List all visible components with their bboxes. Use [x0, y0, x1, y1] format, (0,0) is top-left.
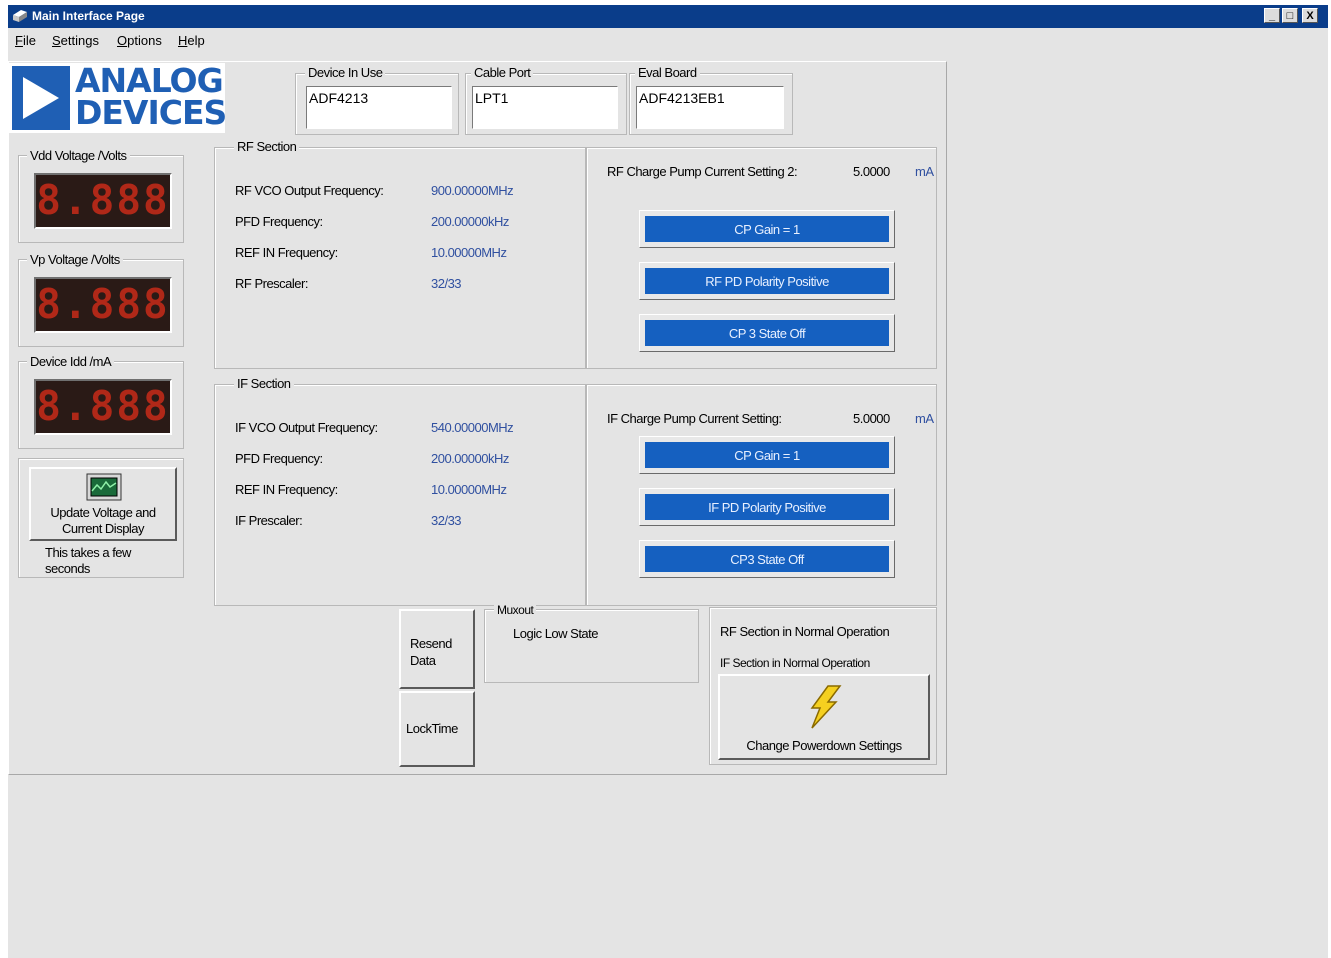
if-vco-value: 540.00000MHz: [431, 420, 514, 435]
muxout-value: Logic Low State: [513, 626, 599, 641]
rf-pd-polarity-button[interactable]: RF PD Polarity Positive: [639, 262, 895, 300]
rf-pfd-value: 200.00000kHz: [431, 214, 509, 229]
device-in-use-label: Device In Use: [305, 65, 386, 80]
vp-voltage-group: Vp Voltage /Volts 8.888: [18, 252, 184, 347]
menu-options[interactable]: Options: [117, 33, 162, 48]
vp-voltage-label: Vp Voltage /Volts: [27, 252, 123, 267]
maximize-button[interactable]: □: [1282, 8, 1298, 23]
if-pfd-label: PFD Frequency:: [235, 451, 323, 466]
device-idd-label: Device Idd /mA: [27, 354, 115, 369]
if-prescaler-value: 32/33: [431, 513, 462, 528]
eval-board-field[interactable]: ADF4213EB1: [636, 86, 784, 129]
rf-cp-gain-label: CP Gain = 1: [645, 216, 889, 242]
change-powerdown-button[interactable]: Change Powerdown Settings: [718, 674, 930, 760]
muxout-group: Muxout Logic Low State: [484, 603, 699, 683]
analog-devices-logo: ANALOG DEVICES: [9, 61, 227, 133]
rf-status-text: RF Section in Normal Operation: [720, 624, 890, 639]
rf-pfd-label: PFD Frequency:: [235, 214, 323, 229]
if-cp-label: IF Charge Pump Current Setting:: [607, 411, 782, 426]
update-group: Update Voltage and Current Display This …: [18, 458, 184, 578]
if-pd-polarity-button[interactable]: IF PD Polarity Positive: [639, 488, 895, 526]
if-prescaler-label: IF Prescaler:: [235, 513, 303, 528]
resend-data-button[interactable]: Resend Data: [399, 609, 475, 689]
menu-help[interactable]: Help: [178, 33, 205, 48]
rf-cp-value: 5.0000: [853, 164, 890, 179]
vdd-voltage-label: Vdd Voltage /Volts: [27, 148, 130, 163]
device-idd-display: 8.888: [34, 379, 172, 435]
status-group: RF Section in Normal Operation IF Sectio…: [709, 607, 937, 765]
rf-cp-label: RF Charge Pump Current Setting 2:: [607, 164, 798, 179]
menu-file[interactable]: File: [15, 33, 36, 48]
muxout-label: Muxout: [494, 603, 537, 617]
rf-section-group: RF Section RF VCO Output Frequency: 900.…: [214, 139, 586, 369]
if-cp-value: 5.0000: [853, 411, 890, 426]
rf-cp-3state-button[interactable]: CP 3 State Off: [639, 314, 895, 352]
logo-text-devices: DEVICES: [75, 93, 227, 132]
minimize-button[interactable]: _: [1264, 8, 1280, 23]
close-button[interactable]: X: [1302, 8, 1318, 23]
if-section-label: IF Section: [234, 376, 294, 391]
if-pd-polarity-label: IF PD Polarity Positive: [645, 494, 889, 520]
device-in-use-group: Device In Use ADF4213: [295, 65, 459, 135]
rf-refin-value: 10.00000MHz: [431, 245, 507, 260]
if-vco-label: IF VCO Output Frequency:: [235, 420, 378, 435]
vp-voltage-display: 8.888: [34, 277, 172, 333]
if-cp-gain-label: CP Gain = 1: [645, 442, 889, 468]
title-bar[interactable]: Main Interface Page _ □ X: [8, 5, 1328, 28]
cable-port-group: Cable Port LPT1: [465, 65, 627, 135]
rf-vco-value: 900.00000MHz: [431, 183, 514, 198]
if-cp-unit: mA: [915, 411, 934, 426]
device-in-use-field[interactable]: ADF4213: [306, 86, 452, 129]
vdd-voltage-display: 8.888: [34, 173, 172, 229]
app-icon: [13, 10, 27, 22]
if-section-group: IF Section IF VCO Output Frequency: 540.…: [214, 376, 586, 606]
if-refin-value: 10.00000MHz: [431, 482, 507, 497]
rf-cp-3state-label: CP 3 State Off: [645, 320, 889, 346]
update-display-label: Update Voltage and Current Display: [50, 505, 156, 536]
menu-settings[interactable]: Settings: [52, 33, 99, 48]
rf-refin-label: REF IN Frequency:: [235, 245, 338, 260]
update-display-button[interactable]: Update Voltage and Current Display: [29, 467, 177, 541]
change-powerdown-label: Change Powerdown Settings: [746, 738, 902, 753]
eval-board-label: Eval Board: [635, 65, 700, 80]
locktime-label: LockTime: [406, 721, 458, 736]
if-pfd-value: 200.00000kHz: [431, 451, 509, 466]
device-idd-group: Device Idd /mA 8.888: [18, 354, 184, 449]
if-cp-3state-label: CP3 State Off: [645, 546, 889, 572]
eval-board-group: Eval Board ADF4213EB1: [629, 65, 793, 135]
if-refin-label: REF IN Frequency:: [235, 482, 338, 497]
if-cp-gain-button[interactable]: CP Gain = 1: [639, 436, 895, 474]
cable-port-field[interactable]: LPT1: [472, 86, 618, 129]
rf-pd-polarity-label: RF PD Polarity Positive: [645, 268, 889, 294]
locktime-button[interactable]: LockTime: [399, 691, 475, 767]
if-cp-3state-button[interactable]: CP3 State Off: [639, 540, 895, 578]
if-status-text: IF Section in Normal Operation: [720, 656, 870, 670]
cable-port-label: Cable Port: [471, 65, 534, 80]
update-note: This takes a few seconds: [45, 545, 131, 576]
resend-data-label: Resend Data: [410, 636, 452, 668]
rf-section-label: RF Section: [234, 139, 300, 154]
rf-cp-gain-button[interactable]: CP Gain = 1: [639, 210, 895, 248]
vdd-voltage-group: Vdd Voltage /Volts 8.888: [18, 148, 184, 243]
rf-vco-label: RF VCO Output Frequency:: [235, 183, 384, 198]
lightning-bolt-icon: [810, 685, 842, 729]
rf-cp-unit: mA: [915, 164, 934, 179]
rf-prescaler-label: RF Prescaler:: [235, 276, 308, 291]
scope-icon: [86, 473, 122, 501]
window-title: Main Interface Page: [32, 9, 145, 23]
rf-prescaler-value: 32/33: [431, 276, 462, 291]
main-window: Main Interface Page _ □ X File Settings …: [8, 5, 1328, 958]
